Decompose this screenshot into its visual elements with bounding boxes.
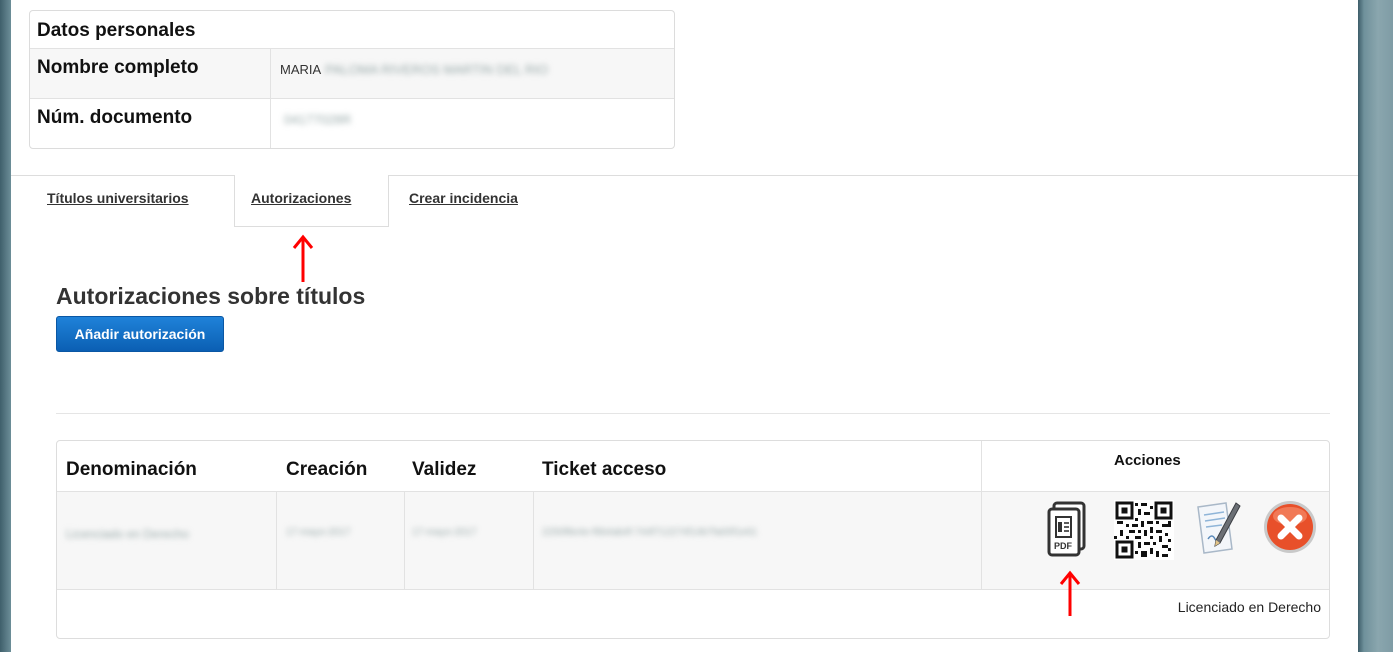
col-divider xyxy=(533,491,534,589)
row-caption: Licenciado en Derecho xyxy=(1177,599,1321,615)
cell-ticket: 2250f8e4e-f6b4ab4f-744f712274f14b7fa00f1… xyxy=(542,527,758,538)
full-name-row: Nombre completo MARIA PALOMA RIVEROS MAR… xyxy=(30,49,674,99)
personal-data-card: Datos personales Nombre completo MARIA P… xyxy=(29,10,675,149)
authorizations-table: Denominación Creación Validez Ticket acc… xyxy=(56,440,1330,639)
cell-creacion: 17-mayo-2017 xyxy=(286,527,351,538)
header-ticket-acceso: Ticket acceso xyxy=(542,459,667,480)
full-name-value: MARIA PALOMA RIVEROS MARTIN DEL RIO xyxy=(271,49,548,98)
document-blurred: 04177028R xyxy=(284,112,352,127)
page-content: Datos personales Nombre completo MARIA P… xyxy=(11,0,1358,652)
cell-denominacion: Licenciado en Derecho xyxy=(66,527,189,541)
left-window-edge xyxy=(0,0,11,652)
full-name-visible: MARIA xyxy=(280,62,322,77)
col-divider xyxy=(981,441,982,589)
personal-data-title: Datos personales xyxy=(30,11,674,49)
tab-titulos-universitarios[interactable]: Títulos universitarios xyxy=(47,190,189,206)
document-label: Núm. documento xyxy=(30,99,271,148)
header-validez: Validez xyxy=(412,459,477,480)
right-window-edge xyxy=(1358,0,1393,652)
cell-validez: 17-mayo-2017 xyxy=(412,527,477,538)
header-acciones: Acciones xyxy=(1114,452,1181,469)
full-name-label: Nombre completo xyxy=(30,49,271,98)
add-authorization-button[interactable]: Añadir autorización xyxy=(56,316,224,352)
section-title: Autorizaciones sobre títulos xyxy=(56,283,366,309)
col-divider xyxy=(404,491,405,589)
document-row: Núm. documento 04177028R xyxy=(30,99,674,148)
tab-autorizaciones[interactable]: Autorizaciones xyxy=(251,190,351,206)
header-creacion: Creación xyxy=(286,459,368,480)
edit-document-icon[interactable] xyxy=(1192,499,1242,557)
annotation-arrow-pdf xyxy=(1059,570,1081,616)
annotation-arrow-tab xyxy=(292,234,314,282)
pdf-icon[interactable]: PDF xyxy=(1046,501,1090,559)
header-row-divider xyxy=(57,491,1329,492)
section-divider xyxy=(56,413,1330,414)
delete-icon[interactable] xyxy=(1262,499,1318,555)
full-name-blurred: PALOMA RIVEROS MARTIN DEL RIO xyxy=(325,62,549,77)
qr-code-icon[interactable] xyxy=(1114,500,1174,560)
document-value: 04177028R xyxy=(271,99,352,148)
tab-crear-incidencia[interactable]: Crear incidencia xyxy=(409,190,518,206)
col-divider xyxy=(276,491,277,589)
tabs-divider xyxy=(11,175,1358,176)
header-denominacion: Denominación xyxy=(66,459,197,480)
row-divider xyxy=(57,589,1329,590)
svg-text:PDF: PDF xyxy=(1054,541,1073,551)
